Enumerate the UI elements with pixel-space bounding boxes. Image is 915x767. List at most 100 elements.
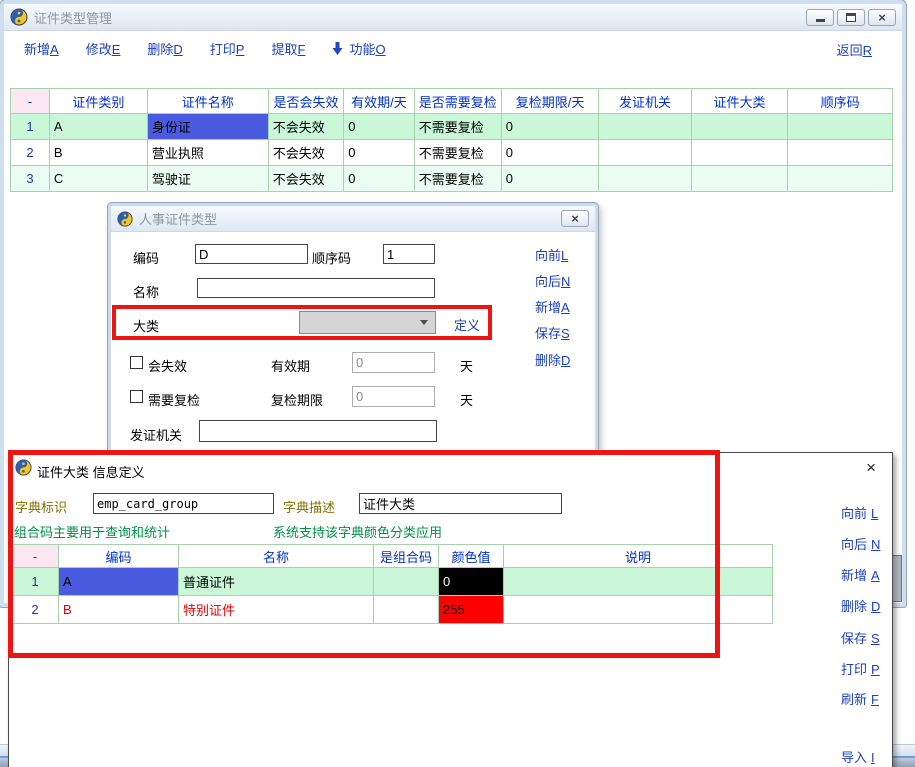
dialog-next-link[interactable]: 向后N	[535, 271, 570, 290]
dict-desc-input[interactable]	[359, 493, 562, 514]
col-header-name: 名称	[179, 545, 374, 568]
sequence-input[interactable]	[383, 244, 435, 264]
cell-issuer[interactable]	[599, 166, 691, 192]
group-save-link[interactable]: 保存S	[841, 628, 880, 647]
group-print-link[interactable]: 打印P	[841, 659, 880, 678]
valid-period-input[interactable]	[352, 352, 435, 373]
cell-cert-name-selected[interactable]: 身份证	[147, 114, 268, 140]
cell-expires[interactable]: 不会失效	[268, 166, 344, 192]
cell-description[interactable]	[504, 596, 773, 624]
row-number-cell[interactable]: 3	[11, 166, 50, 192]
toolbar-edit-button[interactable]: 修改E	[86, 39, 121, 58]
dialog-prev-link[interactable]: 向前L	[535, 245, 568, 264]
cell-cert-name[interactable]: 营业执照	[147, 140, 268, 166]
toolbar-delete-button[interactable]: 删除D	[147, 39, 182, 58]
row-number-cell[interactable]: 1	[12, 568, 59, 596]
expire-checkbox[interactable]	[130, 356, 143, 369]
group-dropdown[interactable]	[299, 311, 436, 334]
issuer-input[interactable]	[199, 420, 437, 442]
recheck-period-input[interactable]	[352, 386, 435, 407]
cell-description[interactable]	[504, 568, 773, 596]
cell-color-swatch[interactable]: 0	[439, 568, 504, 596]
close-button[interactable]: ×	[868, 9, 896, 26]
cell-seq[interactable]	[788, 114, 893, 140]
close-icon: ×	[571, 212, 579, 225]
function-down-arrow-icon	[332, 42, 343, 55]
col-header-combined: 是组合码	[374, 545, 439, 568]
cell-name[interactable]: 特别证件	[179, 596, 374, 624]
group-refresh-link[interactable]: 刷新F	[841, 689, 879, 708]
minimize-icon	[816, 19, 825, 22]
main-window-title: 证件类型管理	[34, 8, 112, 27]
toolbar-function-menu[interactable]: 功能O	[332, 39, 385, 58]
cell-group[interactable]	[691, 166, 787, 192]
cell-seq[interactable]	[788, 140, 893, 166]
col-header-selector: -	[12, 545, 59, 568]
cell-issuer[interactable]	[599, 140, 691, 166]
table-row: 1 A 普通证件 0	[12, 568, 773, 596]
dialog-close-button[interactable]: ×	[561, 210, 589, 227]
group-prev-link[interactable]: 向前L	[841, 503, 878, 522]
cell-combined[interactable]	[374, 596, 439, 624]
group-delete-link[interactable]: 删除D	[841, 596, 880, 615]
cell-group[interactable]	[691, 114, 787, 140]
cell-code[interactable]: B	[59, 596, 179, 624]
dict-id-input[interactable]	[93, 493, 274, 514]
recheck-checkbox[interactable]	[130, 390, 143, 403]
cell-expires[interactable]: 不会失效	[268, 114, 344, 140]
toolbar-new-button[interactable]: 新增A	[24, 39, 59, 58]
dialog-save-link[interactable]: 保存S	[535, 323, 570, 342]
code-input[interactable]	[195, 244, 308, 264]
cell-valid-days[interactable]: 0	[344, 114, 414, 140]
cell-cert-class[interactable]: A	[49, 114, 147, 140]
valid-days-unit: 天	[460, 356, 473, 375]
col-header-need-recheck: 是否需要复检	[414, 89, 501, 114]
close-icon[interactable]: ×	[866, 459, 876, 476]
cell-valid-days[interactable]: 0	[344, 140, 414, 166]
toolbar-print-button[interactable]: 打印P	[210, 39, 245, 58]
row-number-cell[interactable]: 1	[11, 114, 50, 140]
toolbar-extract-button[interactable]: 提取F	[271, 39, 305, 58]
group-definition-dialog-title: 证件大类 信息定义	[37, 462, 145, 481]
cell-group[interactable]	[691, 140, 787, 166]
cell-valid-days[interactable]: 0	[344, 166, 414, 192]
toolbar-return-button[interactable]: 返回R	[837, 40, 872, 59]
cell-cert-class[interactable]: C	[49, 166, 147, 192]
cell-need-recheck[interactable]: 不需要复检	[414, 114, 501, 140]
col-header-recheck-days: 复检期限/天	[501, 89, 599, 114]
cell-expires[interactable]: 不会失效	[268, 140, 344, 166]
cell-need-recheck[interactable]: 不需要复检	[414, 166, 501, 192]
row-number-cell[interactable]: 2	[12, 596, 59, 624]
cell-name[interactable]: 普通证件	[179, 568, 374, 596]
col-header-code: 编码	[59, 545, 179, 568]
cell-cert-class[interactable]: B	[49, 140, 147, 166]
maximize-button[interactable]	[837, 9, 865, 26]
minimize-button[interactable]	[806, 9, 834, 26]
cell-need-recheck[interactable]: 不需要复检	[414, 140, 501, 166]
cell-recheck-days[interactable]: 0	[501, 166, 599, 192]
cell-recheck-days[interactable]: 0	[501, 114, 599, 140]
cell-issuer[interactable]	[599, 114, 691, 140]
group-next-link[interactable]: 向后N	[841, 534, 880, 553]
group-import-link[interactable]: 导入I	[841, 747, 875, 766]
cell-color-swatch[interactable]: 255	[439, 596, 504, 624]
dialog-delete-link[interactable]: 删除D	[535, 350, 570, 369]
dialog-new-link[interactable]: 新增A	[535, 297, 570, 316]
cell-recheck-days[interactable]: 0	[501, 140, 599, 166]
row-number-cell[interactable]: 2	[11, 140, 50, 166]
expire-checkbox-label: 会失效	[148, 356, 187, 375]
hint-color-classification: 系统支持该字典颜色分类应用	[273, 522, 442, 541]
name-input[interactable]	[197, 278, 435, 298]
col-header-cert-class: 证件类别	[49, 89, 147, 114]
hint-combined-code: 组合码主要用于查询和统计	[14, 522, 170, 541]
table-header-row: - 编码 名称 是组合码 颜色值 说明	[12, 545, 773, 568]
group-new-link[interactable]: 新增A	[841, 565, 880, 584]
define-link[interactable]: 定义	[454, 315, 480, 334]
cell-seq[interactable]	[788, 166, 893, 192]
code-label: 编码	[133, 248, 159, 267]
cell-combined[interactable]	[374, 568, 439, 596]
cell-code-selected[interactable]: A	[59, 568, 179, 596]
col-header-expires: 是否会失效	[268, 89, 344, 114]
cell-cert-name[interactable]: 驾驶证	[147, 166, 268, 192]
cert-type-dialog-title: 人事证件类型	[139, 209, 217, 228]
